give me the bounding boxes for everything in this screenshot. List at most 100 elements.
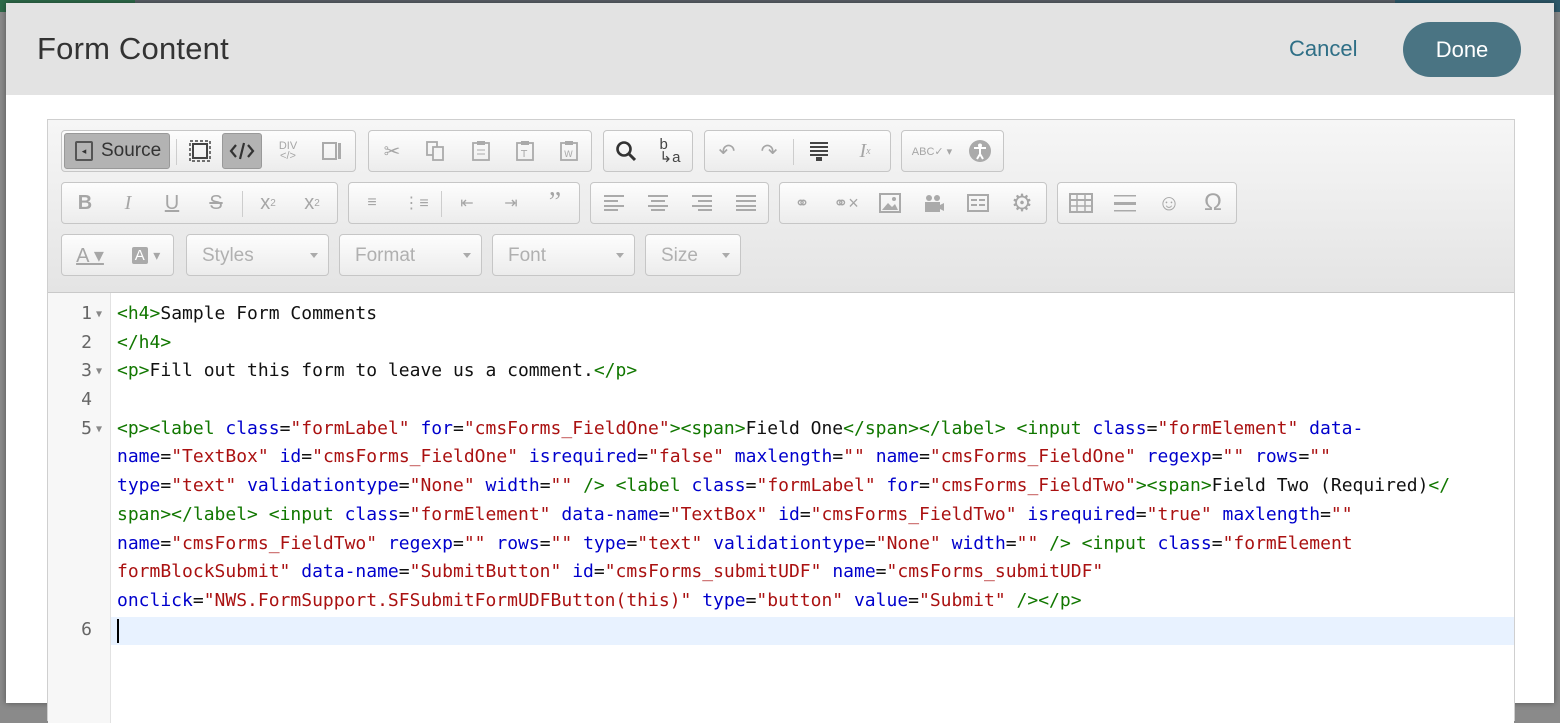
media-icon[interactable] [914, 185, 954, 221]
size-dropdown[interactable]: Size [645, 234, 741, 276]
code-token: "" [1016, 533, 1039, 554]
background-color-icon[interactable]: A ▾ [120, 237, 172, 273]
select-all-icon[interactable] [799, 133, 839, 169]
special-char-icon[interactable]: Ω [1193, 185, 1233, 221]
cut-icon[interactable]: ✂ [372, 133, 412, 169]
strikethrough-icon[interactable]: S [196, 185, 236, 221]
code-token: id [279, 446, 302, 467]
blockquote-icon[interactable]: ” [535, 185, 575, 221]
image-icon[interactable] [870, 185, 910, 221]
accessibility-icon[interactable] [960, 133, 1000, 169]
code-token: id [572, 561, 594, 582]
align-center-icon[interactable] [638, 185, 678, 221]
code-token: "None" [409, 475, 475, 496]
code-token: "TextBox" [669, 504, 768, 525]
code-token: "cmsForms_submitUDF" [886, 561, 1104, 582]
paste-word-icon[interactable]: W [549, 133, 589, 169]
find-icon[interactable] [606, 133, 646, 169]
redo-icon[interactable]: ↷ [749, 133, 789, 169]
code-token: validationtype [713, 533, 865, 554]
separator [242, 191, 243, 217]
code-token: <input [1016, 418, 1093, 439]
justify-icon[interactable] [726, 185, 766, 221]
code-token: = [452, 533, 464, 554]
code-line: span></label> <input class="formElement"… [117, 504, 1353, 525]
align-right-icon[interactable] [682, 185, 722, 221]
show-blocks-icon[interactable] [222, 133, 262, 169]
code-token: = [919, 446, 930, 467]
code-token: "" [550, 475, 573, 496]
code-token: class [691, 475, 746, 496]
undo-icon[interactable]: ↶ [707, 133, 747, 169]
div-container-icon[interactable]: DIV </> [268, 133, 308, 169]
link-icon[interactable]: ⚭ [782, 185, 822, 221]
line-number: 2 [81, 332, 92, 353]
align-left-icon[interactable] [594, 185, 634, 221]
text-color-icon[interactable]: A ▾ [64, 237, 116, 273]
source-code-area[interactable]: 1 ▼ 2 3 ▼ 4 5 ▼ 6 <h4>Sample Form Commen… [48, 293, 1514, 723]
undo-group: ↶ ↷ Ix [704, 130, 891, 172]
bulleted-list-icon[interactable]: ⋮≡ [396, 185, 436, 221]
code-token: "formLabel" [290, 418, 410, 439]
form-icon[interactable] [958, 185, 998, 221]
code-token: Sample Form Comments [160, 303, 378, 324]
paste-icon[interactable] [461, 133, 501, 169]
settings-icon[interactable]: ⚙ [1002, 185, 1042, 221]
horizontal-line-icon[interactable] [1105, 185, 1145, 221]
underline-icon[interactable]: U [152, 185, 192, 221]
remove-format-icon[interactable]: Ix [845, 133, 885, 169]
fold-arrow-icon[interactable]: ▼ [96, 309, 102, 320]
code-token: width [951, 533, 1006, 554]
outdent-icon[interactable]: ⇤ [447, 185, 487, 221]
code-token: maxlength [734, 446, 833, 467]
line-number: 6 [81, 619, 92, 640]
code-token: = [301, 446, 313, 467]
code-token: </span></label> [843, 418, 1006, 439]
paste-text-icon[interactable]: T [505, 133, 545, 169]
numbered-list-icon[interactable]: ≡ [352, 185, 392, 221]
spellcheck-icon[interactable]: ABC✓ ▾ [906, 133, 958, 169]
chevron-down-icon [722, 253, 730, 258]
source-button[interactable]: ◂ Source [64, 133, 170, 169]
active-line-highlight [111, 617, 1514, 645]
fold-arrow-icon[interactable]: ▼ [96, 366, 102, 377]
done-button[interactable]: Done [1403, 22, 1521, 77]
format-dropdown[interactable]: Format [339, 234, 482, 276]
subscript-icon[interactable]: x2 [248, 185, 288, 221]
preview-icon[interactable] [312, 133, 352, 169]
code-token: name [832, 561, 876, 582]
font-dropdown[interactable]: Font [492, 234, 635, 276]
copy-icon[interactable] [415, 133, 455, 169]
maximize-icon[interactable] [180, 133, 220, 169]
code-token: "cmsForms_FieldOne" [463, 418, 670, 439]
size-label: Size [661, 245, 698, 266]
code-token: "" [550, 533, 573, 554]
smiley-icon[interactable]: ☺ [1149, 185, 1189, 221]
replace-icon[interactable]: b ↳a [650, 133, 690, 169]
italic-icon[interactable]: I [108, 185, 148, 221]
table-icon[interactable] [1061, 185, 1101, 221]
fold-arrow-icon[interactable]: ▼ [96, 424, 102, 435]
styles-label: Styles [202, 245, 254, 266]
dialog-header: Form Content Cancel Done [6, 3, 1554, 95]
paragraph-group: ≡ ⋮≡ ⇤ ⇥ ” [348, 182, 580, 224]
code-token: = [832, 446, 844, 467]
line-number: 3 [81, 360, 92, 381]
code-token: "Submit" [919, 590, 1006, 611]
bold-icon[interactable]: B [65, 185, 105, 221]
unlink-icon[interactable]: ⚭× [826, 185, 866, 221]
indent-icon[interactable]: ⇥ [491, 185, 531, 221]
code-token: = [658, 504, 670, 525]
cancel-button[interactable]: Cancel [1289, 36, 1357, 62]
superscript-icon[interactable]: x2 [292, 185, 332, 221]
styles-dropdown[interactable]: Styles [186, 234, 329, 276]
